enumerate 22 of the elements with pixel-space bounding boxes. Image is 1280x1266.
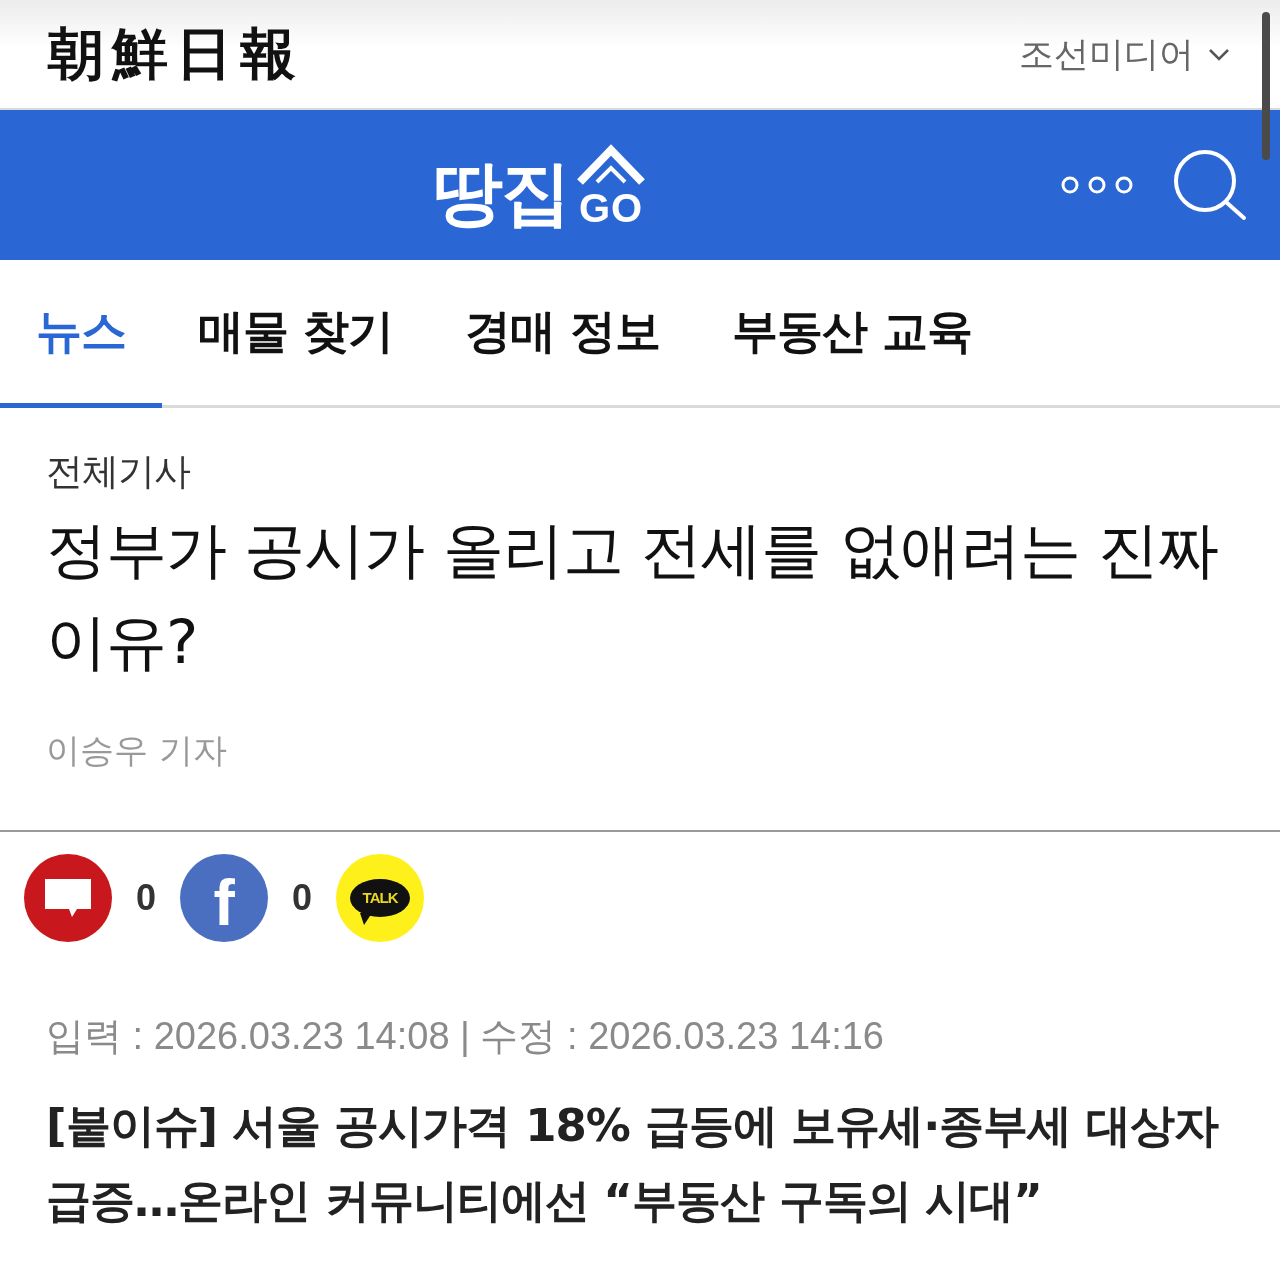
speech-bubble-icon	[44, 878, 92, 919]
brand-logo-text[interactable]: 땅집	[433, 158, 569, 228]
article-subtitle: [붙이슈] 서울 공시가격 18% 급등에 보유세·종부세 대상자 급증…온라인 커뮤니티에선 “부동산 구독의 시대”	[46, 1097, 1220, 1229]
nav-tab[interactable]: 뉴스	[0, 260, 162, 408]
nav-tab[interactable]: 경매 정보	[429, 260, 697, 408]
nav-tab[interactable]: 매물 찾기	[162, 260, 429, 408]
media-menu-button[interactable]: 조선미디어	[1019, 33, 1230, 75]
author-name: 이승우 기자	[46, 729, 228, 773]
chevron-down-icon	[1208, 46, 1230, 62]
share-count: 0	[292, 880, 313, 917]
roof-icon	[575, 142, 647, 186]
timestamp-text: 입력 : 2026.03.23 14:08 | 수정 : 2026.03.23 14:16	[46, 1014, 885, 1060]
more-icon[interactable]	[1061, 176, 1133, 194]
brand-logo-suffix[interactable]: GO	[578, 188, 644, 228]
search-icon[interactable]	[1173, 149, 1247, 221]
nav-tab[interactable]: 부동산 교육	[696, 260, 1009, 408]
kakaotalk-share-button[interactable]: TALK	[336, 854, 425, 943]
category-label[interactable]: 전체기사	[46, 448, 1234, 497]
article-title: 정부가 공시가 올리고 전세를 없애려는 진짜 이유?	[46, 513, 1219, 680]
share-count: 0	[136, 880, 157, 917]
facebook-share-button[interactable]: f	[180, 854, 269, 943]
newspaper-logo[interactable]: 朝鮮日報	[48, 26, 304, 82]
